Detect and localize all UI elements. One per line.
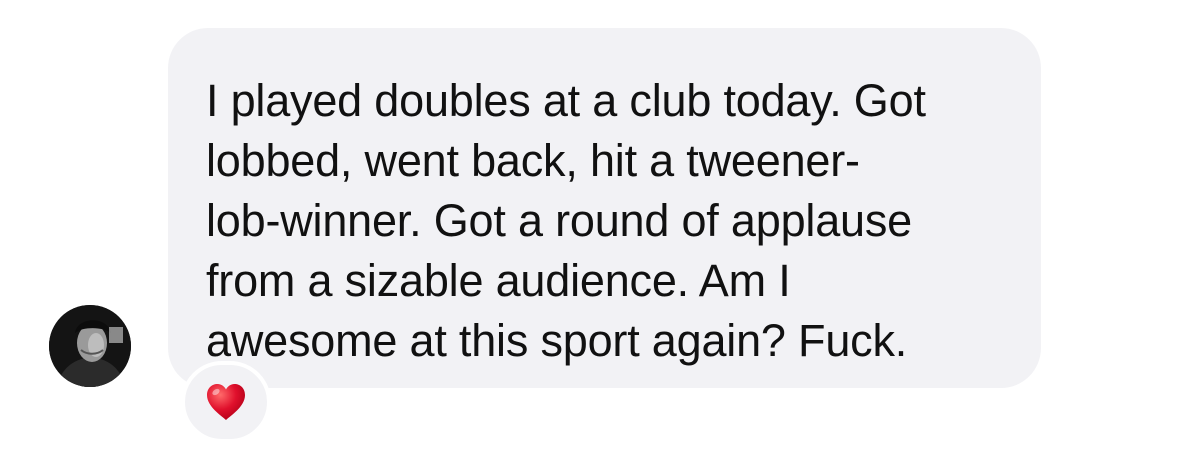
- profile-photo: [49, 305, 131, 387]
- avatar[interactable]: [49, 305, 131, 387]
- message-thread: I played doubles at a club today. Got lo…: [0, 0, 1179, 455]
- red-heart-icon: [207, 384, 245, 420]
- message-bubble[interactable]: I played doubles at a club today. Got lo…: [168, 28, 1041, 388]
- message-text: I played doubles at a club today. Got lo…: [206, 75, 926, 366]
- reaction-badge[interactable]: [181, 361, 271, 443]
